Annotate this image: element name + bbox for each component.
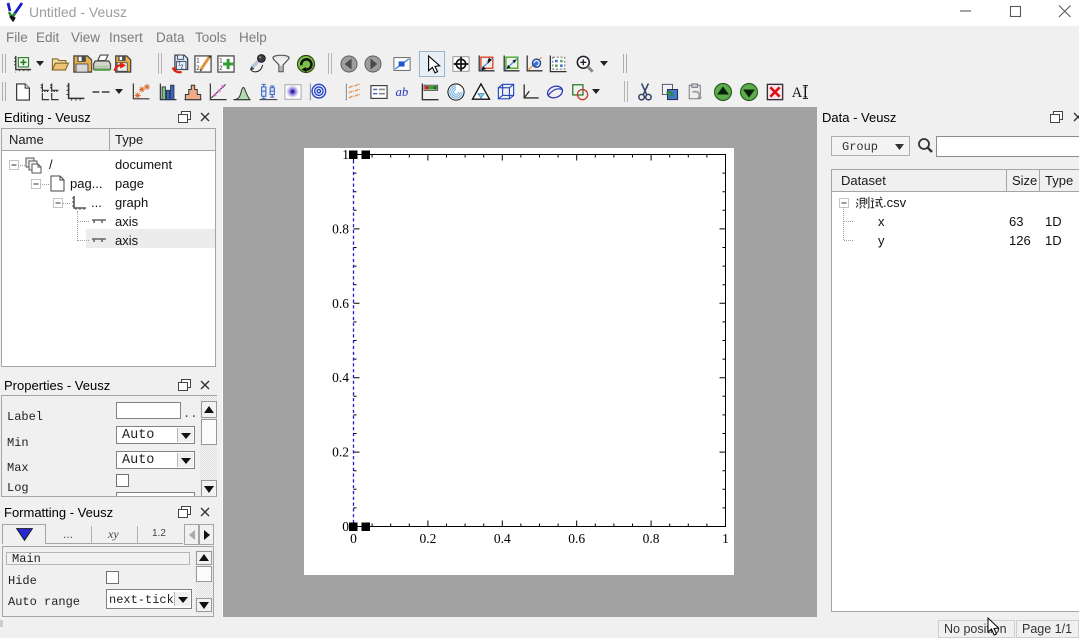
svg-text:1: 1 — [342, 148, 349, 162]
svg-text:0.2: 0.2 — [332, 445, 349, 460]
svg-text:0: 0 — [350, 531, 357, 546]
svg-text:0: 0 — [342, 519, 349, 534]
svg-text:0.2: 0.2 — [419, 531, 436, 546]
svg-text:0.4: 0.4 — [332, 370, 349, 385]
svg-text:1: 1 — [722, 531, 729, 546]
svg-text:0.6: 0.6 — [568, 531, 585, 546]
svg-text:A: A — [792, 85, 803, 101]
svg-text:2: 2 — [219, 66, 222, 72]
svg-text:0.6: 0.6 — [332, 296, 349, 311]
svg-text:2: 2 — [196, 66, 199, 72]
svg-text:2: 2 — [180, 65, 183, 71]
svg-text:ab: ab — [396, 85, 409, 99]
svg-text:0.4: 0.4 — [494, 531, 511, 546]
svg-text:0.8: 0.8 — [332, 221, 349, 236]
svg-text:0.8: 0.8 — [643, 531, 660, 546]
